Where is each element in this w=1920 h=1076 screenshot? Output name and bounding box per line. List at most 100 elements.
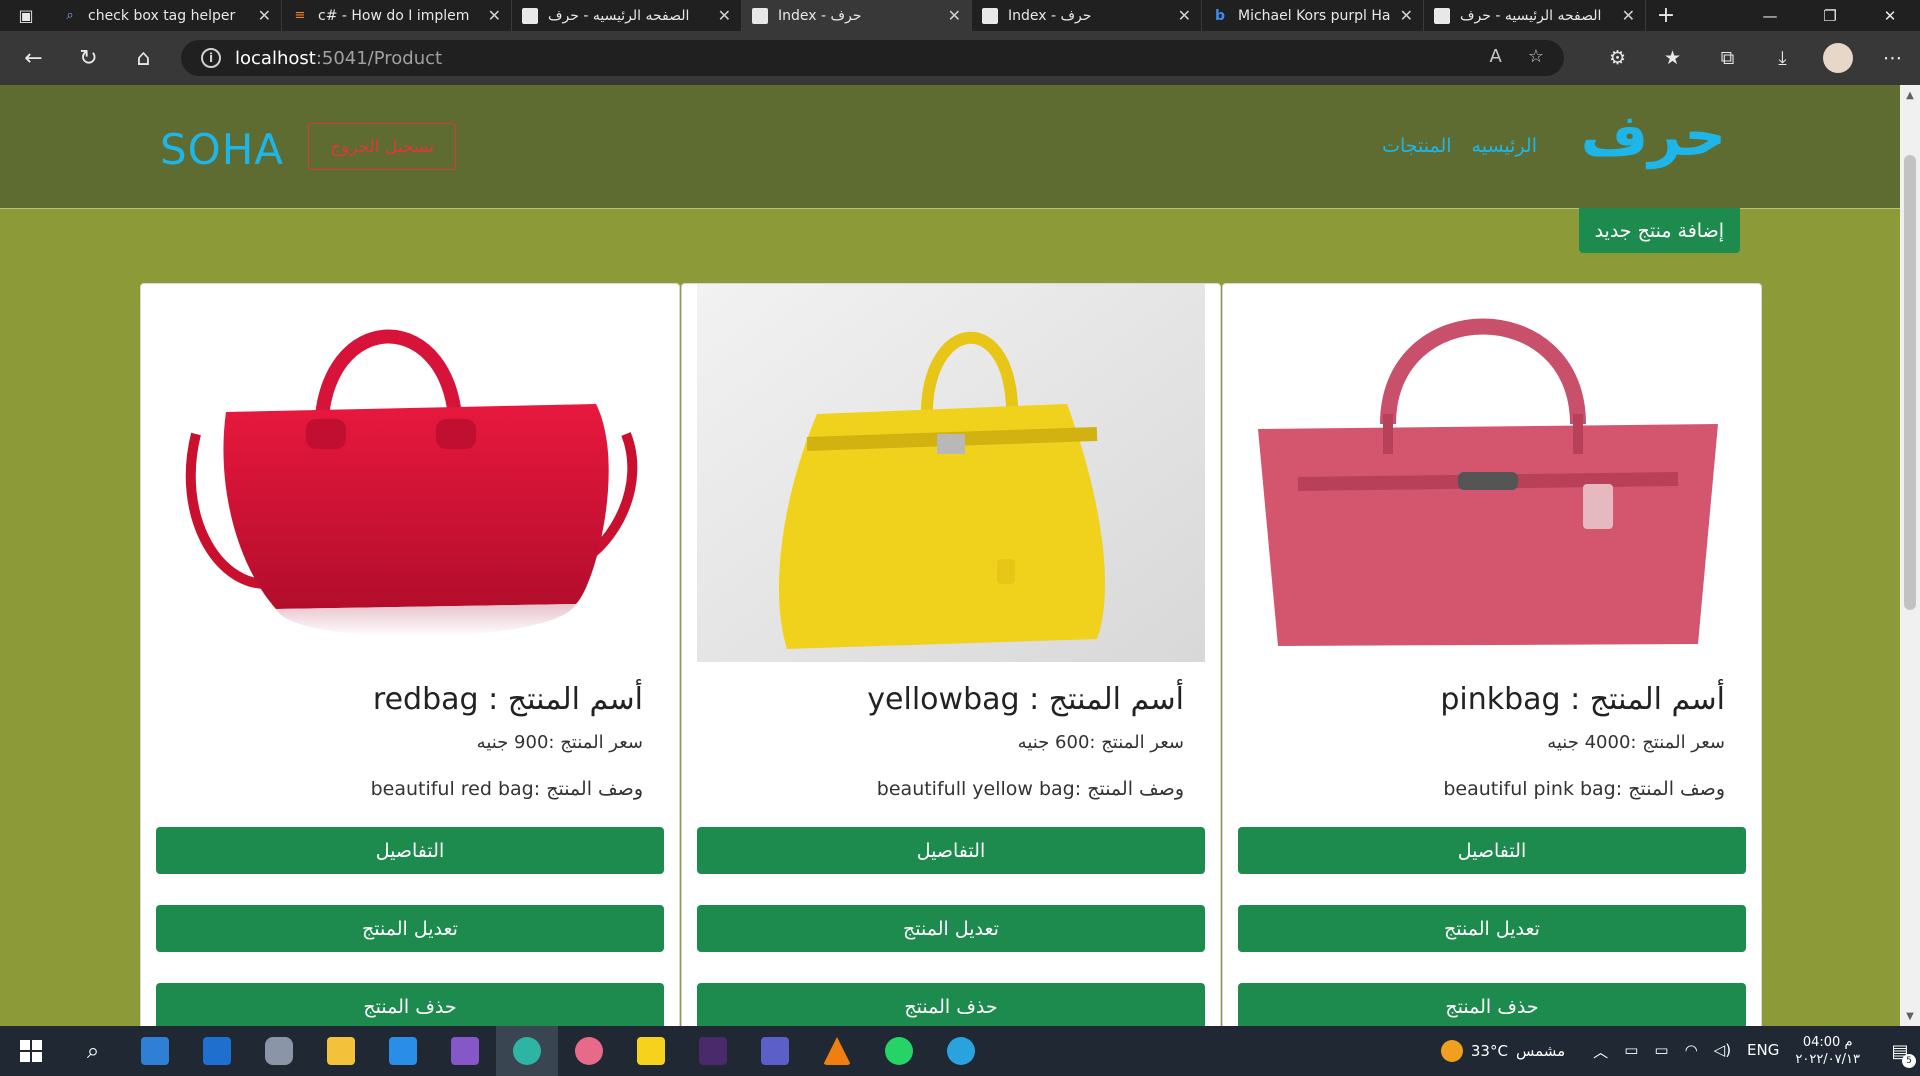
browser-tab[interactable]: ≡ c# - How do I implem ✕ xyxy=(282,0,512,31)
browser-tab[interactable]: Index - حرف ✕ xyxy=(972,0,1202,31)
url-path: :5041/Product xyxy=(315,47,443,69)
chevron-up-icon[interactable]: ︿ xyxy=(1593,1041,1608,1062)
camera-icon[interactable] xyxy=(248,1026,310,1076)
browser-tab[interactable]: الصفحه الرئيسيه - حرف ✕ xyxy=(1424,0,1646,31)
teams-icon[interactable] xyxy=(744,1026,806,1076)
vscode-icon[interactable] xyxy=(372,1026,434,1076)
site-brand[interactable]: حرف xyxy=(1581,101,1726,169)
weather-text: مشمس xyxy=(1515,1042,1566,1060)
site-info-icon[interactable]: i xyxy=(201,48,221,68)
product-image xyxy=(1238,284,1746,662)
edge-icon[interactable] xyxy=(496,1026,558,1076)
new-tab-icon[interactable]: + xyxy=(1646,0,1686,31)
page-icon xyxy=(982,7,998,24)
browser-tab-active[interactable]: Index - حرف ✕ xyxy=(742,0,972,31)
browser-tab[interactable]: ⌕ check box tag helper ✕ xyxy=(52,0,282,31)
delete-product-button[interactable]: حذف المنتج xyxy=(1238,983,1746,1026)
nav-link-home[interactable]: الرئيسيه xyxy=(1472,135,1537,157)
page-icon xyxy=(522,7,538,24)
edit-product-button[interactable]: تعديل المنتج xyxy=(156,905,664,952)
browser-tab[interactable]: الصفحه الرئيسيه - حرف ✕ xyxy=(512,0,742,31)
back-icon[interactable]: ← xyxy=(6,31,61,85)
close-tab-icon[interactable]: ✕ xyxy=(1178,6,1191,25)
scrollbar-thumb[interactable] xyxy=(1904,155,1916,610)
delete-product-button[interactable]: حذف المنتج xyxy=(156,983,664,1026)
volume-icon[interactable]: ◁) xyxy=(1714,1041,1731,1062)
extensions-icon[interactable]: ⚙ xyxy=(1590,31,1645,85)
product-price: سعر المنتج :4000 جنيه xyxy=(1547,732,1725,753)
product-image xyxy=(156,284,664,662)
collections-icon[interactable]: ⧉ xyxy=(1700,31,1755,85)
notification-badge: 5 xyxy=(1902,1054,1916,1068)
product-title: أسم المنتج : redbag xyxy=(372,682,643,717)
tab-title: الصفحه الرئيسيه - حرف xyxy=(1460,7,1602,24)
add-product-button[interactable]: إضافة منتج جديد xyxy=(1578,208,1740,253)
details-button[interactable]: التفاصيل xyxy=(1238,827,1746,874)
vlc-icon[interactable] xyxy=(806,1026,868,1076)
language-indicator[interactable]: ENG xyxy=(1747,1041,1779,1062)
edit-product-button[interactable]: تعديل المنتج xyxy=(1238,905,1746,952)
edit-product-button[interactable]: تعديل المنتج xyxy=(697,905,1205,952)
details-button[interactable]: التفاصيل xyxy=(697,827,1205,874)
battery-icon[interactable]: ▭ xyxy=(1654,1041,1668,1062)
temperature: 33°C xyxy=(1470,1042,1508,1060)
stackoverflow-icon: ≡ xyxy=(294,8,306,23)
favorites-icon[interactable]: ★ xyxy=(1645,31,1700,85)
page-icon xyxy=(752,7,768,24)
terminal-icon[interactable] xyxy=(682,1026,744,1076)
product-title: أسم المنتج : yellowbag xyxy=(867,682,1184,717)
wifi-icon[interactable]: ◠ xyxy=(1685,1041,1698,1062)
address-bar: ← ↻ ⌂ i localhost:5041/Product A ☆ ⚙ ★ ⧉… xyxy=(0,31,1920,85)
product-card: أسم المنتج : pinkbag سعر المنتج :4000 جن… xyxy=(1222,283,1762,1026)
clock[interactable]: 04:00 م ٢٠٢٢/٠٧/١٣ xyxy=(1795,1034,1860,1068)
home-icon[interactable]: ⌂ xyxy=(116,31,171,85)
store-icon[interactable] xyxy=(124,1026,186,1076)
close-tab-icon[interactable]: ✕ xyxy=(1622,6,1635,25)
site-navbar: حرف الرئيسيه المنتجات SOHA تسجيل الخروج xyxy=(0,85,1900,209)
file-explorer-icon[interactable] xyxy=(310,1026,372,1076)
restore-icon[interactable]: ❐ xyxy=(1800,0,1860,31)
page-icon xyxy=(1434,7,1450,24)
logout-button[interactable]: تسجيل الخروج xyxy=(308,123,456,170)
url-field[interactable]: i localhost:5041/Product A ☆ xyxy=(181,40,1564,76)
notifications-icon[interactable]: ▤ 5 xyxy=(1880,1026,1920,1076)
close-tab-icon[interactable]: ✕ xyxy=(948,6,961,25)
delete-product-button[interactable]: حذف المنتج xyxy=(697,983,1205,1026)
whatsapp-icon[interactable] xyxy=(868,1026,930,1076)
close-tab-icon[interactable]: ✕ xyxy=(258,6,271,25)
close-tab-icon[interactable]: ✕ xyxy=(718,6,731,25)
search-icon[interactable]: ⌕ xyxy=(62,1026,124,1076)
refresh-icon[interactable]: ↻ xyxy=(61,31,116,85)
minimize-icon[interactable]: — xyxy=(1740,0,1800,31)
profile-avatar[interactable] xyxy=(1822,43,1853,73)
scroll-up-icon[interactable]: ▲ xyxy=(1900,85,1920,105)
product-description: وصف المنتج :beautiful red bag xyxy=(370,778,643,800)
visual-studio-icon[interactable] xyxy=(434,1026,496,1076)
device-icon[interactable]: ▭ xyxy=(1624,1041,1638,1062)
close-tab-icon[interactable]: ✕ xyxy=(1400,6,1413,25)
read-aloud-icon[interactable]: A xyxy=(1490,46,1502,67)
scroll-down-icon[interactable]: ▼ xyxy=(1900,1006,1920,1026)
weather-widget[interactable]: 33°C مشمس xyxy=(1440,1040,1566,1062)
tab-title: Index - حرف xyxy=(778,7,862,24)
sticky-notes-icon[interactable] xyxy=(620,1026,682,1076)
tab-actions-icon[interactable]: ▣ xyxy=(0,0,52,31)
downloads-icon[interactable]: ⤓ xyxy=(1755,31,1810,85)
nav-link-products[interactable]: المنتجات xyxy=(1382,135,1451,157)
username: SOHA xyxy=(160,125,285,174)
close-window-icon[interactable]: ✕ xyxy=(1860,0,1920,31)
add-favorite-icon[interactable]: ☆ xyxy=(1528,46,1544,67)
close-tab-icon[interactable]: ✕ xyxy=(488,6,501,25)
system-tray: 33°C مشمس ︿ ▭ ▭ ◠ ◁) ENG 04:00 م ٢٠٢٢/٠٧… xyxy=(1440,1026,1920,1076)
windows-taskbar: ⌕ 33°C مشمس ︿ ▭ ▭ ◠ ◁) ENG 04:00 م ٢٠٢٢/… xyxy=(0,1026,1920,1076)
telegram-icon[interactable] xyxy=(930,1026,992,1076)
paint-icon[interactable] xyxy=(558,1026,620,1076)
start-icon[interactable] xyxy=(0,1026,62,1076)
details-button[interactable]: التفاصيل xyxy=(156,827,664,874)
page-scrollbar[interactable]: ▲ ▼ xyxy=(1900,85,1920,1026)
more-options-icon[interactable]: ⋯ xyxy=(1865,31,1920,85)
browser-tab[interactable]: b Michael Kors purpl Ha ✕ xyxy=(1202,0,1424,31)
tab-title: Michael Kors purpl Ha xyxy=(1238,7,1391,24)
mail-icon[interactable] xyxy=(186,1026,248,1076)
product-card: أسم المنتج : redbag سعر المنتج :900 جنيه… xyxy=(140,283,680,1026)
